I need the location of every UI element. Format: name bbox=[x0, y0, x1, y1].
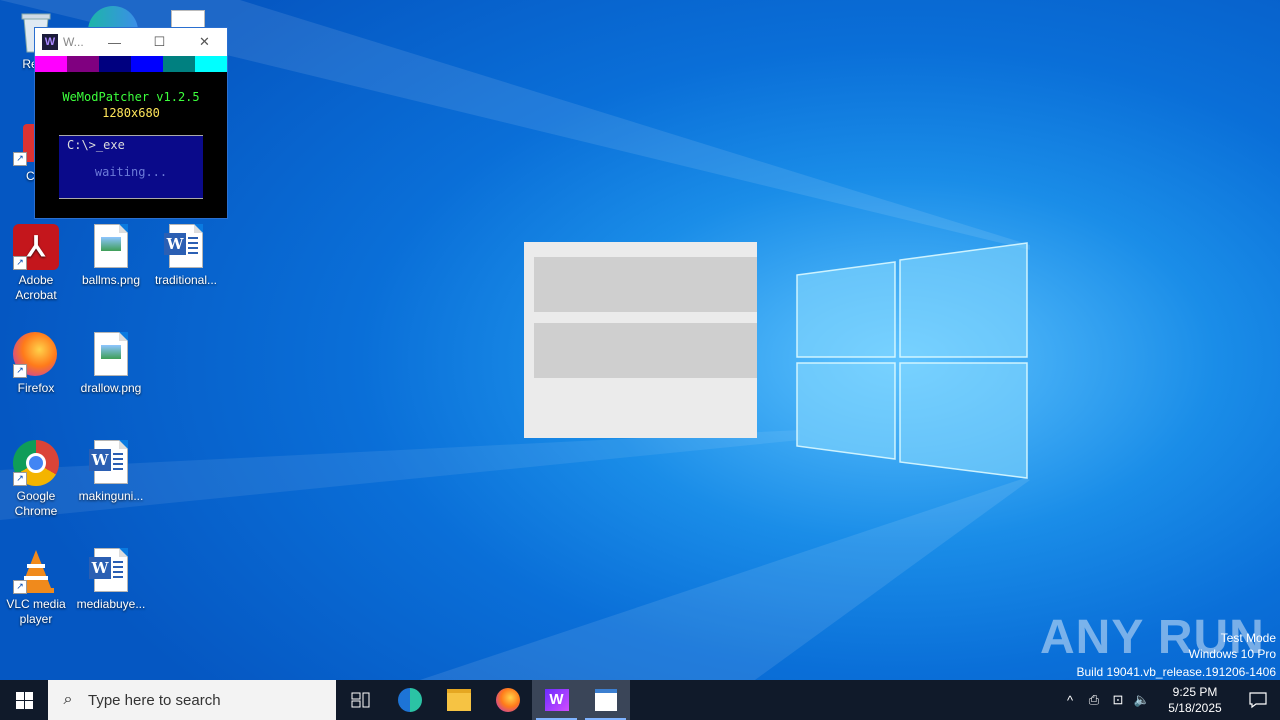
png-file-icon bbox=[88, 332, 134, 378]
patcher-resolution: 1280x680 bbox=[102, 106, 160, 120]
wemod-app-icon: W bbox=[42, 34, 58, 50]
desktop-icon-label: traditional... bbox=[154, 273, 218, 287]
taskbar-wemod[interactable]: W bbox=[532, 680, 581, 720]
notification-icon bbox=[1249, 692, 1267, 709]
clock-time: 9:25 PM bbox=[1172, 685, 1218, 699]
desktop-icon-ballms-png[interactable]: ballms.png bbox=[75, 224, 147, 288]
desktop-icon-label: drallow.png bbox=[80, 381, 142, 395]
word-doc-icon: W bbox=[88, 548, 134, 594]
png-file-icon bbox=[88, 224, 134, 270]
color-swatch bbox=[67, 56, 99, 72]
edge-icon bbox=[397, 688, 422, 712]
desktop-icon-label: mediabuye... bbox=[76, 597, 146, 611]
network-icon[interactable]: ⊡ bbox=[1106, 692, 1130, 708]
loading-dialog bbox=[524, 242, 757, 438]
search-icon: ⌕ bbox=[63, 691, 73, 708]
search-placeholder: Type here to search bbox=[88, 691, 221, 709]
chrome-icon: ↗ bbox=[13, 440, 59, 486]
desktop-icon-makinguni-doc[interactable]: W makinguni... bbox=[75, 440, 147, 504]
shortcut-arrow-icon: ↗ bbox=[13, 152, 27, 166]
device-icon[interactable]: ⎙ bbox=[1082, 692, 1106, 708]
shortcut-arrow-icon: ↗ bbox=[13, 580, 27, 594]
console-box: C:\>_exe waiting... bbox=[59, 135, 203, 199]
placeholder-bar bbox=[534, 257, 757, 312]
desktop-icon-label: Adobe Acrobat bbox=[15, 273, 57, 302]
task-view-button[interactable] bbox=[336, 680, 385, 720]
word-doc-icon: W bbox=[88, 440, 134, 486]
maximize-icon[interactable]: ☐ bbox=[137, 34, 182, 50]
taskbar-patcher-window[interactable] bbox=[581, 680, 630, 720]
firefox-icon: ↗ bbox=[13, 332, 59, 378]
desktop-icon-firefox[interactable]: ↗ Firefox bbox=[0, 332, 72, 396]
shortcut-arrow-icon: ↗ bbox=[13, 256, 27, 270]
desktop-icon-google-chrome[interactable]: ↗ Google Chrome bbox=[0, 440, 72, 519]
color-swatch bbox=[163, 56, 195, 72]
desktop-icon-vlc[interactable]: ↗ VLC media player bbox=[0, 548, 72, 627]
firefox-icon bbox=[495, 688, 520, 712]
volume-icon[interactable]: 🔈 bbox=[1130, 692, 1154, 708]
shortcut-arrow-icon: ↗ bbox=[13, 472, 27, 486]
acrobat-icon: ⅄ ↗ bbox=[13, 224, 59, 270]
desktop-icon-traditional-doc[interactable]: W traditional... bbox=[150, 224, 222, 288]
wemod-icon: W bbox=[544, 689, 569, 711]
word-doc-icon: W bbox=[163, 224, 209, 270]
taskbar: ⌕ Type here to search W ^ ⎙ ⊡ 🔈 9:25 PM … bbox=[0, 680, 1280, 720]
test-mode-text: Test Mode bbox=[1220, 631, 1276, 645]
windows-logo-icon bbox=[15, 691, 33, 709]
console-prompt: C:\>_exe bbox=[67, 138, 125, 152]
system-tray: ^ ⎙ ⊡ 🔈 9:25 PM 5/18/2025 bbox=[1058, 680, 1280, 720]
build-text: Build 19041.vb_release.191206-1406 bbox=[1076, 665, 1277, 679]
desktop-icon-label: makinguni... bbox=[78, 489, 144, 503]
color-swatch bbox=[35, 56, 67, 72]
desktop-icon-label: VLC media player bbox=[6, 597, 66, 626]
taskbar-search-box[interactable]: ⌕ Type here to search bbox=[48, 680, 336, 720]
close-icon[interactable]: ✕ bbox=[182, 34, 227, 50]
desktop-icon-adobe-acrobat[interactable]: ⅄ ↗ Adobe Acrobat bbox=[0, 224, 72, 303]
chevron-up-icon[interactable]: ^ bbox=[1058, 693, 1082, 708]
desktop-icon-label: Google Chrome bbox=[14, 489, 58, 518]
start-button[interactable] bbox=[0, 680, 48, 720]
notifications-button[interactable] bbox=[1236, 691, 1280, 709]
clock-date: 5/18/2025 bbox=[1168, 701, 1222, 715]
shortcut-arrow-icon: ↗ bbox=[13, 364, 27, 378]
minimize-icon[interactable]: — bbox=[92, 35, 137, 50]
desktop-icon-label: ballms.png bbox=[81, 273, 141, 287]
patcher-title: WeModPatcher v1.2.5 bbox=[62, 90, 200, 104]
taskbar-edge[interactable] bbox=[385, 680, 434, 720]
color-strip bbox=[35, 56, 227, 72]
desktop-icon-drallow-png[interactable]: drallow.png bbox=[75, 332, 147, 396]
window-app-icon bbox=[594, 689, 617, 711]
task-view-icon bbox=[351, 692, 369, 708]
console-status: waiting... bbox=[94, 165, 168, 179]
taskbar-clock[interactable]: 9:25 PM 5/18/2025 bbox=[1160, 684, 1230, 716]
desktop-icon-mediabuye-doc[interactable]: W mediabuye... bbox=[75, 548, 147, 612]
window-title: W... bbox=[63, 35, 84, 49]
window-titlebar[interactable]: W W... — ☐ ✕ bbox=[35, 28, 227, 56]
os-edition-text: Windows 10 Pro bbox=[1188, 647, 1276, 661]
folder-icon bbox=[446, 689, 471, 711]
color-swatch bbox=[195, 56, 227, 72]
wemodpatcher-window[interactable]: W W... — ☐ ✕ WeModPatcher v1.2.5 1280x68… bbox=[34, 27, 228, 219]
desktop-icon-label: Firefox bbox=[17, 381, 55, 395]
vlc-icon: ↗ bbox=[13, 548, 59, 594]
color-swatch bbox=[99, 56, 131, 72]
taskbar-firefox[interactable] bbox=[483, 680, 532, 720]
color-swatch bbox=[131, 56, 163, 72]
placeholder-bar bbox=[534, 323, 757, 378]
taskbar-file-explorer[interactable] bbox=[434, 680, 483, 720]
